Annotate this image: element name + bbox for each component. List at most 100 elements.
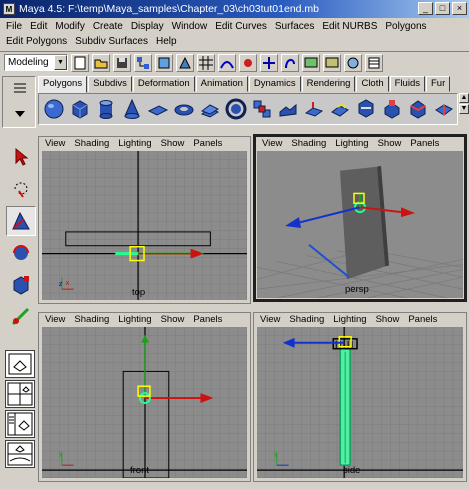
title-bar[interactable]: M Maya 4.5: F:\temp\Maya_samples\Chapter…: [0, 0, 469, 18]
chevron-down-icon[interactable]: ▼: [54, 55, 67, 70]
menu-edit-curves[interactable]: Edit Curves: [215, 21, 267, 32]
panel-menu-panels[interactable]: Panels: [410, 138, 439, 149]
tab-rendering[interactable]: Rendering: [301, 76, 356, 92]
manipulator-tool-icon[interactable]: [6, 302, 36, 332]
panel-menu-view[interactable]: View: [45, 138, 65, 149]
select-object-icon[interactable]: [155, 53, 173, 72]
menu-create[interactable]: Create: [93, 21, 123, 32]
poly-soccer-ball-icon[interactable]: [275, 96, 300, 122]
tab-deformation[interactable]: Deformation: [132, 76, 195, 92]
menu-modify[interactable]: Modify: [55, 21, 84, 32]
poly-prism-icon[interactable]: [197, 96, 222, 122]
save-scene-icon[interactable]: [113, 53, 131, 72]
input-output-icon[interactable]: [260, 53, 278, 72]
viewport-persp-canvas[interactable]: persp: [257, 151, 463, 298]
menu-polygons[interactable]: Polygons: [385, 21, 426, 32]
open-scene-icon[interactable]: [92, 53, 110, 72]
poly-torus-icon[interactable]: [171, 96, 196, 122]
menu-file[interactable]: File: [6, 21, 22, 32]
panel-menu-show[interactable]: Show: [376, 314, 400, 325]
tab-animation[interactable]: Animation: [195, 76, 248, 92]
shelf-tab-arrow-icon[interactable]: [11, 81, 29, 95]
history-icon[interactable]: [281, 53, 299, 72]
select-component-icon[interactable]: [176, 53, 194, 72]
render-globals-icon[interactable]: [344, 53, 362, 72]
lasso-tool-icon[interactable]: [6, 174, 36, 204]
panel-menu-panels[interactable]: Panels: [408, 314, 437, 325]
minimize-button[interactable]: _: [418, 2, 433, 15]
panel-menu-view[interactable]: View: [260, 314, 280, 325]
move-tool-icon[interactable]: [6, 206, 36, 236]
channel-box-icon[interactable]: [365, 53, 383, 72]
tab-cloth[interactable]: Cloth: [356, 76, 389, 92]
poly-plane-icon[interactable]: [145, 96, 170, 122]
panel-menu-shading[interactable]: Shading: [74, 314, 109, 325]
close-button[interactable]: ×: [452, 2, 467, 15]
rotate-tool-icon[interactable]: [6, 238, 36, 268]
panel-menu-lighting[interactable]: Lighting: [118, 138, 151, 149]
poly-bevel-icon[interactable]: [405, 96, 430, 122]
select-tool-icon[interactable]: [6, 142, 36, 172]
poly-cylinder-icon[interactable]: [93, 96, 118, 122]
poly-cone-icon[interactable]: [119, 96, 144, 122]
panel-menu-view[interactable]: View: [45, 314, 65, 325]
snap-curve-icon[interactable]: [218, 53, 236, 72]
poly-cube-icon[interactable]: [67, 96, 92, 122]
panel-menu-shading[interactable]: Shading: [289, 314, 324, 325]
menu-subdiv-surfaces[interactable]: Subdiv Surfaces: [75, 36, 148, 47]
snap-grid-icon[interactable]: [197, 53, 215, 72]
persp-outliner-layout-icon[interactable]: [5, 410, 35, 438]
menu-window[interactable]: Window: [172, 21, 208, 32]
poly-split-icon[interactable]: [431, 96, 456, 122]
menu-help[interactable]: Help: [156, 36, 177, 47]
single-pane-layout-icon[interactable]: [5, 350, 35, 378]
menu-edit[interactable]: Edit: [30, 21, 47, 32]
viewport-side-canvas[interactable]: y side: [257, 327, 463, 478]
poly-pipe-icon[interactable]: [223, 96, 248, 122]
tab-dynamics[interactable]: Dynamics: [248, 76, 301, 92]
render-icon[interactable]: [302, 53, 320, 72]
panel-menu-show[interactable]: Show: [161, 138, 185, 149]
panel-menu-lighting[interactable]: Lighting: [333, 314, 366, 325]
menu-surfaces[interactable]: Surfaces: [275, 21, 314, 32]
tab-subdivs[interactable]: Subdivs: [88, 76, 132, 92]
viewport-persp[interactable]: View Shading Lighting Show Panels persp: [253, 134, 467, 302]
poly-platonic-icon[interactable]: [301, 96, 326, 122]
menu-edit-nurbs[interactable]: Edit NURBS: [322, 21, 377, 32]
tab-polygons[interactable]: Polygons: [38, 76, 88, 93]
panel-menu-show[interactable]: Show: [378, 138, 402, 149]
new-scene-icon[interactable]: [71, 53, 89, 72]
panel-menu-show[interactable]: Show: [161, 314, 185, 325]
maximize-button[interactable]: □: [435, 2, 450, 15]
panel-menu-shading[interactable]: Shading: [291, 138, 326, 149]
viewport-top[interactable]: View Shading Lighting Show Panels z x to…: [38, 136, 251, 304]
viewport-front-canvas[interactable]: y front: [42, 327, 247, 478]
panel-menu-panels[interactable]: Panels: [193, 314, 222, 325]
panel-menu-lighting[interactable]: Lighting: [118, 314, 151, 325]
snap-point-icon[interactable]: [239, 53, 257, 72]
tab-fluids[interactable]: Fluids: [389, 76, 425, 92]
poly-sphere-icon[interactable]: [41, 96, 66, 122]
panel-menu-view[interactable]: View: [262, 138, 282, 149]
poly-extrude-icon[interactable]: [379, 96, 404, 122]
poly-smooth-icon[interactable]: [327, 96, 352, 122]
persp-graph-layout-icon[interactable]: [5, 440, 35, 468]
viewport-top-canvas[interactable]: z x top: [42, 151, 247, 300]
menu-display[interactable]: Display: [131, 21, 164, 32]
scroll-down-icon[interactable]: ▼: [459, 104, 469, 114]
select-hierarchy-icon[interactable]: [134, 53, 152, 72]
scroll-up-icon[interactable]: ▲: [459, 93, 469, 103]
panel-menu-shading[interactable]: Shading: [74, 138, 109, 149]
ipr-render-icon[interactable]: [323, 53, 341, 72]
viewport-side[interactable]: View Shading Lighting Show Panels y side: [253, 312, 467, 482]
shelf-menu-icon[interactable]: [11, 107, 29, 121]
panel-menu-panels[interactable]: Panels: [193, 138, 222, 149]
poly-combine-icon[interactable]: [353, 96, 378, 122]
menu-set-select[interactable]: Modeling ▼: [4, 54, 68, 71]
scale-tool-icon[interactable]: [6, 270, 36, 300]
poly-helix-icon[interactable]: [249, 96, 274, 122]
panel-menu-lighting[interactable]: Lighting: [335, 138, 368, 149]
menu-edit-polygons[interactable]: Edit Polygons: [6, 36, 67, 47]
four-pane-layout-icon[interactable]: [5, 380, 35, 408]
tab-fur[interactable]: Fur: [425, 76, 451, 92]
